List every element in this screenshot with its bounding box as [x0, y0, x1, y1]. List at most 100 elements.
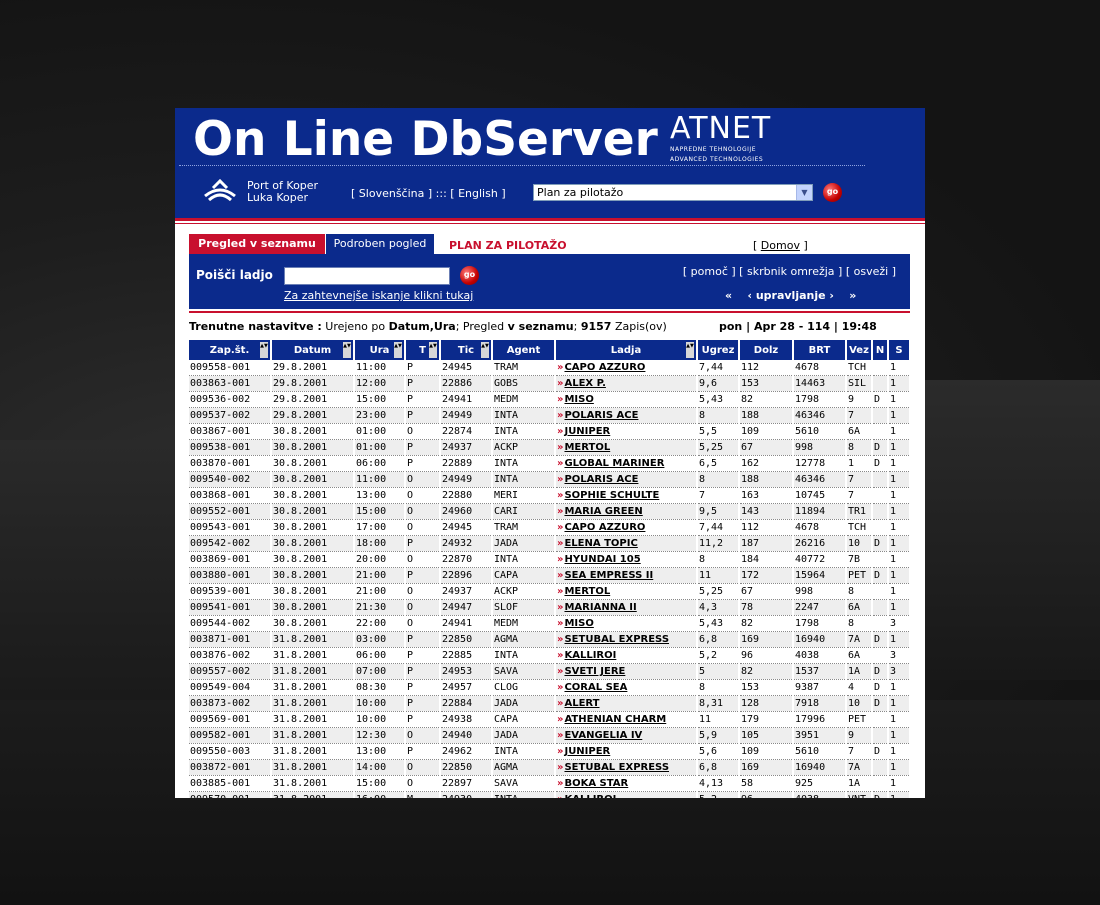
ship-link[interactable]: SETUBAL EXPRESS	[564, 762, 669, 773]
table-row: 009540-002 30.8.2001 11:00 O 24949 INTA »POLAR…	[189, 471, 911, 488]
tab-list-view[interactable]: Pregled v seznamu	[189, 234, 325, 254]
column-header[interactable]: N	[872, 340, 889, 360]
table-cell: 5,25	[697, 583, 740, 600]
refresh-link[interactable]: osveži	[854, 265, 889, 278]
table-cell	[872, 615, 889, 632]
table-cell: 26216	[793, 535, 847, 552]
search-go-button[interactable]: go	[460, 266, 479, 285]
ship-link[interactable]: CAPO AZZURO	[564, 522, 645, 533]
select-go-button[interactable]: go	[823, 183, 842, 202]
ship-link[interactable]: CORAL SEA	[564, 682, 627, 693]
sort-icon[interactable]: ▲▼	[686, 342, 694, 358]
first-page-icon[interactable]: «	[725, 289, 732, 302]
column-header[interactable]: Ladja ▲▼	[555, 340, 698, 360]
column-header-label: S	[895, 344, 903, 356]
column-header[interactable]: Vez	[846, 340, 873, 360]
column-header[interactable]: Ura ▲▼	[354, 340, 406, 360]
table-cell: P	[405, 567, 441, 584]
table-cell: 1	[888, 599, 911, 616]
table-row: 009537-002 29.8.2001 23:00 P 24949 INTA »POLAR…	[189, 407, 911, 424]
column-header[interactable]: Tic ▲▼	[440, 340, 493, 360]
table-cell: 6,5	[697, 455, 740, 472]
sort-icon[interactable]: ▲▼	[343, 342, 351, 358]
column-header[interactable]: Dolz	[739, 340, 794, 360]
table-cell: 8	[697, 679, 740, 696]
ship-link[interactable]: POLARIS ACE	[564, 410, 638, 421]
ship-link[interactable]: KALLIROI	[564, 794, 616, 798]
column-header[interactable]: S	[888, 340, 911, 360]
ship-link[interactable]: SETUBAL EXPRESS	[564, 634, 669, 645]
ship-link[interactable]: GLOBAL MARINER	[564, 458, 664, 469]
lang-english[interactable]: English	[458, 187, 498, 200]
ship-link[interactable]: CAPO AZZURO	[564, 362, 645, 373]
table-cell: 1	[888, 775, 911, 792]
sort-icon[interactable]: ▲▼	[481, 342, 489, 358]
ship-link[interactable]: MARIANNA II	[564, 602, 636, 613]
column-header-label: Ladja	[610, 344, 642, 356]
ship-link[interactable]: SOPHIE SCHULTE	[564, 490, 659, 501]
ship-link[interactable]: KALLIROI	[564, 650, 616, 661]
home-link[interactable]: Domov	[761, 239, 800, 252]
ship-link[interactable]: ATHENIAN CHARM	[564, 714, 666, 725]
ship-link[interactable]: MISO	[564, 394, 593, 405]
last-page-icon[interactable]: »	[849, 289, 856, 302]
ship-link[interactable]: MARIA GREEN	[564, 506, 642, 517]
table-cell: 07:00	[354, 663, 406, 680]
table-cell: 24940	[440, 727, 493, 744]
manage-link[interactable]: upravljanje	[756, 289, 826, 302]
table-cell: P	[405, 695, 441, 712]
sort-icon[interactable]: ▲▼	[429, 342, 437, 358]
column-header[interactable]: Datum ▲▼	[271, 340, 355, 360]
table-cell: 8	[846, 615, 873, 632]
chevron-down-icon[interactable]: ▼	[796, 185, 812, 200]
ship-link[interactable]: SEA EMPRESS II	[564, 570, 653, 581]
table-cell: INTA	[492, 423, 556, 440]
table-cell: 1	[888, 423, 911, 440]
table-cell: 15:00	[354, 391, 406, 408]
ship-link[interactable]: POLARIS ACE	[564, 474, 638, 485]
table-cell: 6,8	[697, 759, 740, 776]
column-header[interactable]: BRT	[793, 340, 847, 360]
ship-link[interactable]: BOKA STAR	[564, 778, 628, 789]
prev-page-icon[interactable]: ‹	[747, 289, 752, 302]
ship-link[interactable]: JUNIPER	[564, 746, 610, 757]
table-cell: 4678	[793, 519, 847, 536]
double-arrow-icon: »	[557, 490, 564, 501]
sort-icon[interactable]: ▲▼	[394, 342, 402, 358]
ship-link[interactable]: MISO	[564, 618, 593, 629]
search-input[interactable]	[284, 267, 450, 285]
table-cell: 24941	[440, 391, 493, 408]
admin-link[interactable]: skrbnik omrežja	[747, 265, 835, 278]
brand-sub1: NAPREDNE TEHNOLOGIJE	[670, 146, 756, 153]
table-cell: 08:30	[354, 679, 406, 696]
table-cell: 5,43	[697, 391, 740, 408]
records-text: Zapis(ov)	[614, 320, 667, 333]
ship-link[interactable]: ELENA TOPIC	[564, 538, 637, 549]
sort-icon[interactable]: ▲▼	[260, 342, 268, 358]
table-cell: 31.8.2001	[271, 711, 355, 728]
column-header[interactable]: T ▲▼	[405, 340, 441, 360]
column-header[interactable]: Ugrez	[697, 340, 740, 360]
table-cell: INTA	[492, 407, 556, 424]
ship-link[interactable]: HYUNDAI 105	[564, 554, 640, 565]
ship-link[interactable]: EVANGELIA IV	[564, 730, 642, 741]
view-select[interactable]: Plan za pilotažo ▼	[533, 184, 813, 201]
next-page-icon[interactable]: ›	[829, 289, 834, 302]
ship-link[interactable]: ALERT	[564, 698, 599, 709]
lang-slovenscina[interactable]: Slovenščina	[359, 187, 425, 200]
advanced-search-link[interactable]: Za zahtevnejše iskanje klikni tukaj	[284, 289, 473, 302]
table-cell: 82	[739, 663, 794, 680]
column-header[interactable]: Agent	[492, 340, 556, 360]
table-cell: 009550-003	[189, 743, 272, 760]
help-link[interactable]: pomoč	[691, 265, 728, 278]
double-arrow-icon: »	[557, 426, 564, 437]
ship-link[interactable]: SVETI JERE	[564, 666, 625, 677]
ship-link[interactable]: MERTOL	[564, 442, 610, 453]
ship-link[interactable]: ALEX P.	[564, 378, 605, 389]
table-cell: O	[405, 487, 441, 504]
table-cell: 1	[888, 631, 911, 648]
tab-detail-view[interactable]: Podroben pogled	[326, 234, 434, 254]
ship-link[interactable]: MERTOL	[564, 586, 610, 597]
column-header[interactable]: Zap.št. ▲▼	[189, 340, 272, 360]
ship-link[interactable]: JUNIPER	[564, 426, 610, 437]
